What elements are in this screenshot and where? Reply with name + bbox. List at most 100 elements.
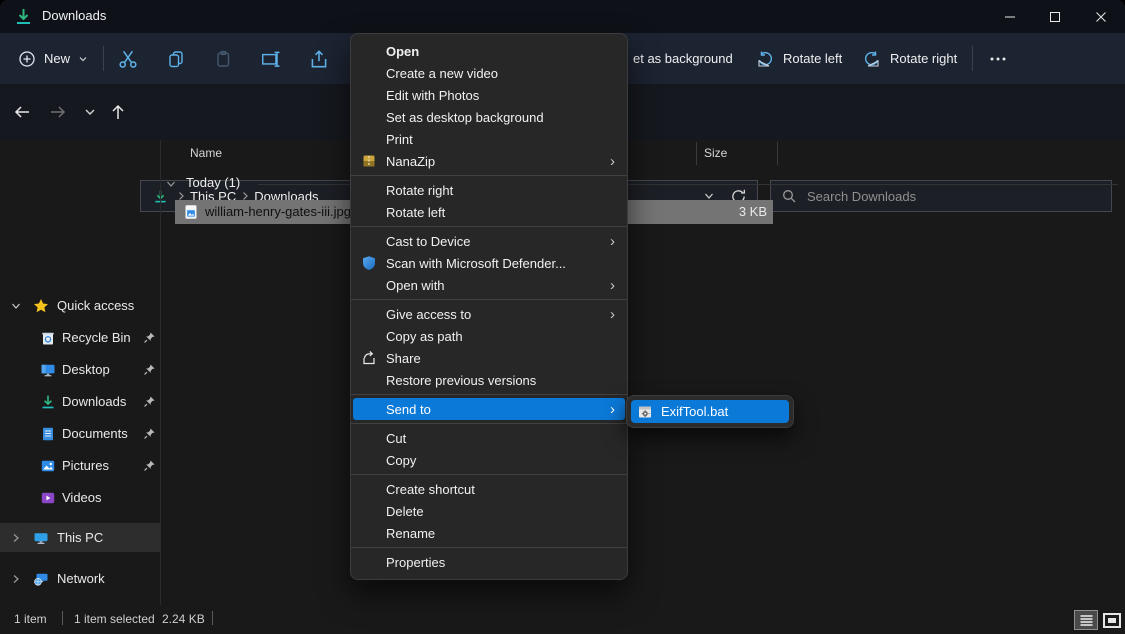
sidebar-item-videos[interactable]: Videos xyxy=(0,483,160,513)
menu-item-nanazip[interactable]: NanaZip › xyxy=(351,150,627,172)
see-more-button[interactable] xyxy=(986,47,1010,71)
column-divider[interactable] xyxy=(777,142,778,165)
star-icon xyxy=(33,298,49,314)
sidebar: Quick access Recycle Bin xyxy=(0,140,160,605)
menu-item-open-with[interactable]: Open with › xyxy=(351,274,627,296)
share-button[interactable] xyxy=(307,47,331,71)
menu-item-copy[interactable]: Copy xyxy=(351,449,627,471)
details-view-button[interactable] xyxy=(1074,610,1098,630)
menu-item-label: Open xyxy=(386,44,419,59)
pin-icon xyxy=(143,331,156,344)
menu-separator xyxy=(351,175,627,176)
menu-item-create-shortcut[interactable]: Create shortcut xyxy=(351,478,627,500)
menu-item-label: Cut xyxy=(386,431,406,446)
menu-item-rotate-left[interactable]: Rotate left xyxy=(351,201,627,223)
rotate-right-icon xyxy=(862,49,882,69)
column-header-name[interactable]: Name xyxy=(190,146,222,160)
back-button[interactable] xyxy=(10,100,34,124)
menu-item-label: Rotate left xyxy=(386,205,445,220)
group-header-today[interactable]: Today (1) xyxy=(162,174,1125,194)
menu-item-label: Rename xyxy=(386,526,435,541)
sidebar-divider xyxy=(160,140,161,605)
menu-item-cast-to-device[interactable]: Cast to Device › xyxy=(351,230,627,252)
menu-item-rotate-right[interactable]: Rotate right xyxy=(351,179,627,201)
chevron-right-icon[interactable] xyxy=(9,531,23,545)
forward-button[interactable] xyxy=(46,100,70,124)
new-button[interactable]: New xyxy=(18,33,88,84)
menu-item-set-as-desktop-background[interactable]: Set as desktop background xyxy=(351,106,627,128)
chevron-right-icon[interactable] xyxy=(9,572,23,586)
menu-item-label: NanaZip xyxy=(386,154,435,169)
menu-item-open[interactable]: Open xyxy=(351,40,627,62)
menu-item-copy-as-path[interactable]: Copy as path xyxy=(351,325,627,347)
menu-item-label: Create shortcut xyxy=(386,482,475,497)
sidebar-item-label: Downloads xyxy=(62,394,126,409)
rotate-right-button[interactable]: Rotate right xyxy=(862,33,957,84)
column-divider[interactable] xyxy=(696,142,697,165)
pin-icon xyxy=(143,363,156,376)
menu-item-share[interactable]: Share xyxy=(351,347,627,369)
pictures-icon xyxy=(40,458,56,474)
menu-item-properties[interactable]: Properties xyxy=(351,551,627,573)
recent-locations-chevron[interactable] xyxy=(78,100,102,124)
toolbar-divider xyxy=(103,46,104,71)
cut-button[interactable] xyxy=(116,47,140,71)
menu-separator xyxy=(351,299,627,300)
new-button-label: New xyxy=(44,51,70,66)
menu-separator xyxy=(351,394,627,395)
downloads-folder-icon xyxy=(14,7,33,26)
menu-item-create-a-new-video[interactable]: Create a new video xyxy=(351,62,627,84)
selection-size: 2.24 KB xyxy=(162,612,205,626)
sidebar-item-quick-access[interactable]: Quick access xyxy=(0,291,160,321)
sidebar-item-desktop[interactable]: Desktop xyxy=(0,355,160,385)
videos-icon xyxy=(40,490,56,506)
menu-item-label: Cast to Device xyxy=(386,234,471,249)
copy-button[interactable] xyxy=(164,47,188,71)
menu-item-label: Create a new video xyxy=(386,66,498,81)
submenu-item-exiftool[interactable]: ExifTool.bat xyxy=(631,400,789,423)
menu-item-edit-with-photos[interactable]: Edit with Photos xyxy=(351,84,627,106)
menu-item-print[interactable]: Print xyxy=(351,128,627,150)
set-as-background-button[interactable]: et as background xyxy=(633,33,733,84)
menu-item-label: Open with xyxy=(386,278,445,293)
sidebar-item-this-pc[interactable]: This PC xyxy=(0,523,160,552)
status-divider xyxy=(62,611,63,625)
thumbnail-view-button[interactable] xyxy=(1100,610,1124,630)
menu-item-send-to[interactable]: Send to › xyxy=(353,398,625,420)
paste-button[interactable] xyxy=(211,47,235,71)
chevron-down-icon[interactable] xyxy=(9,299,23,313)
submenu-arrow-icon: › xyxy=(610,154,615,169)
menu-item-scan-with-microsoft-defender[interactable]: Scan with Microsoft Defender... xyxy=(351,252,627,274)
sidebar-item-documents[interactable]: Documents xyxy=(0,419,160,449)
sidebar-item-recycle-bin[interactable]: Recycle Bin xyxy=(0,323,160,353)
menu-item-cut[interactable]: Cut xyxy=(351,427,627,449)
up-button[interactable] xyxy=(106,100,130,124)
close-button[interactable] xyxy=(1078,0,1123,33)
chevron-down-icon[interactable] xyxy=(164,177,178,191)
chevron-down-icon xyxy=(78,54,88,64)
maximize-button[interactable] xyxy=(1032,0,1077,33)
menu-item-label: Copy as path xyxy=(386,329,463,344)
status-divider xyxy=(212,611,213,625)
context-menu: Open Create a new video Edit with Photos… xyxy=(350,33,628,580)
minimize-button[interactable] xyxy=(987,0,1032,33)
file-name: william-henry-gates-iii.jpg xyxy=(205,204,351,219)
column-header-size[interactable]: Size xyxy=(704,146,727,160)
menu-item-restore-previous-versions[interactable]: Restore previous versions xyxy=(351,369,627,391)
sidebar-item-network[interactable]: Network xyxy=(0,564,160,594)
menu-separator xyxy=(351,474,627,475)
menu-item-give-access-to[interactable]: Give access to › xyxy=(351,303,627,325)
sidebar-item-downloads[interactable]: Downloads xyxy=(0,387,160,417)
sidebar-item-pictures[interactable]: Pictures xyxy=(0,451,160,481)
rotate-left-button[interactable]: Rotate left xyxy=(755,33,842,84)
batch-file-icon xyxy=(637,404,653,420)
menu-item-delete[interactable]: Delete xyxy=(351,500,627,522)
rotate-left-icon xyxy=(755,49,775,69)
menu-item-rename[interactable]: Rename xyxy=(351,522,627,544)
menu-item-label: Give access to xyxy=(386,307,471,322)
network-icon xyxy=(33,571,49,587)
rename-button[interactable] xyxy=(259,47,283,71)
menu-item-label: Properties xyxy=(386,555,445,570)
nanazip-icon xyxy=(361,153,377,169)
new-plus-icon xyxy=(18,50,36,68)
